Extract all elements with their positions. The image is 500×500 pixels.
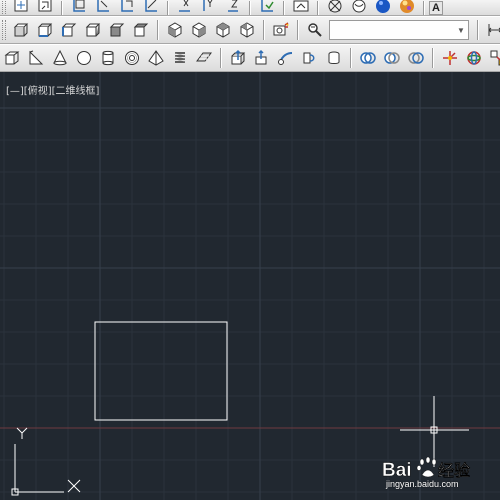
dimension-icon[interactable]: [484, 19, 500, 41]
box-icon[interactable]: [1, 47, 23, 69]
drawn-rectangle[interactable]: [94, 321, 228, 421]
ucs-y-icon[interactable]: [198, 0, 220, 13]
loft-icon[interactable]: [323, 47, 345, 69]
top-view-icon[interactable]: [10, 19, 32, 41]
ucs-icon[interactable]: [68, 0, 90, 13]
grid-minor-lines: [0, 72, 500, 500]
intersect-icon[interactable]: [405, 47, 427, 69]
toolbar-row-1: A: [0, 0, 500, 16]
toolbar-separator: [61, 0, 63, 15]
light-sphere-icon[interactable]: [396, 0, 418, 13]
named-views-dropdown[interactable]: ▼: [329, 20, 469, 40]
toolbar-separator: [477, 20, 479, 40]
presspull-icon[interactable]: [251, 47, 273, 69]
helix-icon[interactable]: [169, 47, 191, 69]
back-view-icon[interactable]: [130, 19, 152, 41]
pyramid-icon[interactable]: [145, 47, 167, 69]
views-icon[interactable]: [10, 0, 32, 13]
wedge-icon[interactable]: [25, 47, 47, 69]
chevron-down-icon[interactable]: ▼: [454, 21, 468, 39]
watermark-url: jingyan.baidu.com: [386, 479, 459, 489]
ucs-icon: [11, 427, 81, 496]
toolbar-grip[interactable]: [2, 0, 6, 15]
se-iso-icon[interactable]: [188, 19, 210, 41]
bottom-view-icon[interactable]: [34, 19, 56, 41]
3d-move-icon[interactable]: [439, 47, 461, 69]
sphere-icon[interactable]: [73, 47, 95, 69]
toolbar-separator: [297, 20, 299, 40]
toolbar-separator: [157, 20, 159, 40]
planar-surface-icon[interactable]: [193, 47, 215, 69]
revolve-icon[interactable]: [299, 47, 321, 69]
toolbar-grip[interactable]: [2, 20, 6, 40]
toolbar-separator: [423, 0, 425, 15]
toolbar-row-2: ▼: [0, 16, 500, 44]
toolbar-separator: [350, 48, 352, 68]
sw-iso-icon[interactable]: [164, 19, 186, 41]
camera-view-icon[interactable]: [270, 19, 292, 41]
nw-iso-icon[interactable]: [236, 19, 258, 41]
grid-major-lines: [0, 72, 500, 500]
3d-rotate-icon[interactable]: [463, 47, 485, 69]
front-view-icon[interactable]: [106, 19, 128, 41]
toolbar-separator: [220, 48, 222, 68]
extrude-icon[interactable]: [227, 47, 249, 69]
ucs-origin-icon[interactable]: [92, 0, 114, 13]
cone-icon[interactable]: [49, 47, 71, 69]
ne-iso-icon[interactable]: [212, 19, 234, 41]
orbit-icon[interactable]: [34, 0, 56, 13]
camera-icon[interactable]: [290, 0, 312, 13]
ucs-apply-icon[interactable]: [256, 0, 278, 13]
ucs-x-icon[interactable]: [174, 0, 196, 13]
union-icon[interactable]: [357, 47, 379, 69]
viewport-view-label[interactable]: [—][俯视][二维线框]: [6, 82, 99, 97]
toolbar-separator: [283, 0, 285, 15]
toolbar-separator: [432, 48, 434, 68]
svg-text:经验: 经验: [438, 461, 471, 480]
sweep-icon[interactable]: [275, 47, 297, 69]
toolbar-separator: [317, 0, 319, 15]
svg-text:Bai: Bai: [382, 460, 412, 481]
ucs-z-icon[interactable]: [222, 0, 244, 13]
hide-icon[interactable]: [324, 0, 346, 13]
cylinder-icon[interactable]: [97, 47, 119, 69]
ucs-axis-icon[interactable]: [116, 0, 138, 13]
baidu-watermark: Bai 经验 jingyan.baidu.com: [380, 455, 480, 489]
text-style-button[interactable]: A: [429, 0, 443, 15]
toolbar-separator: [263, 20, 265, 40]
drawing-viewport[interactable]: X Y [—][俯视][二维线框]: [0, 72, 500, 500]
toolbar-separator: [167, 0, 169, 15]
torus-icon[interactable]: [121, 47, 143, 69]
ucs-3point-icon[interactable]: [140, 0, 162, 13]
left-view-icon[interactable]: [58, 19, 80, 41]
3d-align-icon[interactable]: [487, 47, 500, 69]
toolbar-separator: [249, 0, 251, 15]
search-layer-icon[interactable]: [304, 19, 326, 41]
right-view-icon[interactable]: [82, 19, 104, 41]
toolbar-row-3: [0, 44, 500, 72]
subtract-icon[interactable]: [381, 47, 403, 69]
realistic-icon[interactable]: [348, 0, 370, 13]
material-sphere-icon[interactable]: [372, 0, 394, 13]
drawing-canvas[interactable]: X Y: [0, 72, 500, 500]
